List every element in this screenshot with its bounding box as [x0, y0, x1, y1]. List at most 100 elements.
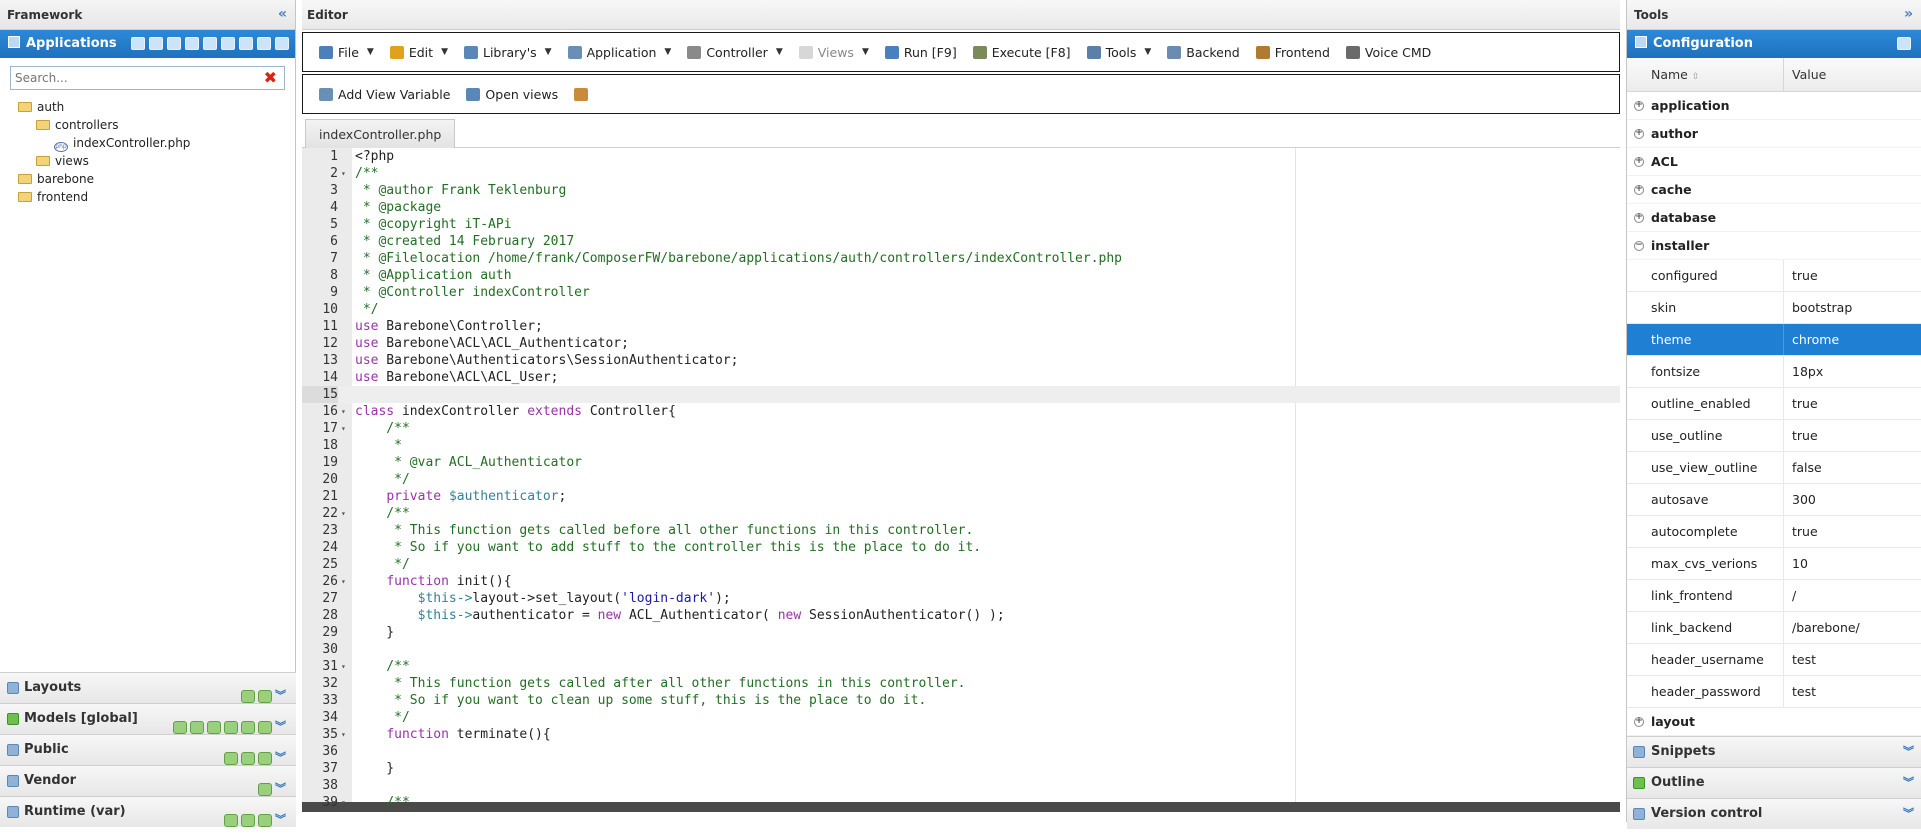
- clear-search-icon[interactable]: ✖: [264, 68, 277, 87]
- collapse-right-icon[interactable]: »: [1904, 6, 1913, 22]
- expand-icon[interactable]: +: [1634, 213, 1644, 223]
- expand-icon[interactable]: +: [1634, 129, 1644, 139]
- config-row[interactable]: header_username test: [1627, 644, 1921, 676]
- chevron-down-icon[interactable]: ︾: [1903, 768, 1914, 798]
- applications-header[interactable]: Applications: [0, 30, 295, 58]
- cloud-icon[interactable]: [149, 37, 163, 50]
- expand-icon[interactable]: +: [1634, 157, 1644, 167]
- fold-icon[interactable]: ▾: [341, 505, 346, 522]
- column-value[interactable]: Value: [1784, 58, 1826, 91]
- config-row[interactable]: autocomplete true: [1627, 516, 1921, 548]
- config-group[interactable]: + ACL: [1627, 148, 1921, 176]
- fold-icon[interactable]: ▾: [341, 573, 346, 590]
- menu-application[interactable]: Application ▼: [562, 37, 682, 67]
- config-row[interactable]: link_backend/barebone/: [1627, 612, 1921, 644]
- menu-controller[interactable]: Controller ▼: [681, 37, 792, 67]
- add-icon[interactable]: [224, 813, 238, 827]
- config-value[interactable]: 300: [1784, 484, 1816, 515]
- menu-voice-cmd[interactable]: Voice CMD: [1340, 37, 1441, 67]
- configuration-header[interactable]: Configuration: [1627, 30, 1921, 58]
- chevron-down-icon[interactable]: ︾: [1903, 737, 1914, 767]
- fold-icon[interactable]: ▾: [341, 420, 346, 437]
- code-editor[interactable]: 1 <?php 2 ▾/** 3 * @author Frank Teklenburg 4…: [302, 148, 1620, 812]
- config-value[interactable]: chrome: [1784, 324, 1839, 355]
- accordion-public[interactable]: Public ︾: [0, 734, 296, 765]
- refresh-icon[interactable]: [258, 782, 272, 796]
- config-value[interactable]: true: [1784, 420, 1818, 451]
- expand-icon[interactable]: +: [1634, 717, 1644, 727]
- config-value[interactable]: /barebone/: [1784, 612, 1860, 643]
- config-row[interactable]: use_outline true: [1627, 420, 1921, 452]
- config-group[interactable]: + layout: [1627, 708, 1921, 736]
- config-row[interactable]: max_cvs_verions 10: [1627, 548, 1921, 580]
- config-value[interactable]: true: [1784, 388, 1818, 419]
- toolbar-open-views[interactable]: Open views: [460, 79, 568, 109]
- expand-icon[interactable]: +: [1634, 101, 1644, 111]
- fold-icon[interactable]: ▾: [341, 658, 346, 675]
- folder-add-icon[interactable]: [190, 720, 204, 734]
- config-row[interactable]: outline_enabled true: [1627, 388, 1921, 420]
- accordion-version-control[interactable]: Version control ︾: [1627, 798, 1921, 829]
- chevron-down-icon[interactable]: ︾: [275, 805, 286, 835]
- refresh-icon[interactable]: [258, 813, 272, 827]
- search-input[interactable]: [11, 67, 251, 89]
- config-group[interactable]: − installer: [1627, 232, 1921, 260]
- menu-execute-f8[interactable]: Execute [F8]: [967, 37, 1081, 67]
- folder-icon[interactable]: [221, 37, 235, 50]
- config-value[interactable]: 10: [1784, 548, 1808, 579]
- edit-icon[interactable]: [257, 37, 271, 50]
- config-row[interactable]: autosave 300: [1627, 484, 1921, 516]
- refresh-icon[interactable]: [258, 689, 272, 703]
- fold-icon[interactable]: ▾: [341, 403, 346, 420]
- config-row[interactable]: use_view_outline false: [1627, 452, 1921, 484]
- database-icon[interactable]: [224, 720, 238, 734]
- refresh-icon[interactable]: [275, 37, 289, 50]
- config-row[interactable]: header_password test: [1627, 676, 1921, 708]
- add-icon[interactable]: [241, 689, 255, 703]
- fold-icon[interactable]: ▾: [341, 726, 346, 743]
- fold-icon[interactable]: ▾: [341, 794, 346, 811]
- accordion-outline[interactable]: Outline ︾: [1627, 767, 1921, 798]
- config-value[interactable]: true: [1784, 260, 1818, 291]
- config-value[interactable]: 18px: [1784, 356, 1823, 387]
- toolbar-add-view-variable[interactable]: Add View Variable: [313, 79, 460, 109]
- config-value[interactable]: /: [1784, 580, 1796, 611]
- collapse-icon[interactable]: −: [1634, 241, 1644, 251]
- config-group[interactable]: + database: [1627, 204, 1921, 232]
- column-name[interactable]: Name ⇳: [1627, 58, 1784, 91]
- config-row[interactable]: theme chrome: [1627, 324, 1921, 356]
- expand-icon[interactable]: +: [1634, 185, 1644, 195]
- config-value[interactable]: test: [1784, 644, 1816, 675]
- list-icon[interactable]: [239, 37, 253, 50]
- add-icon[interactable]: [224, 751, 238, 765]
- refresh-icon[interactable]: [258, 751, 272, 765]
- config-group[interactable]: + application: [1627, 92, 1921, 120]
- config-row[interactable]: link_frontend /: [1627, 580, 1921, 612]
- new-application-icon[interactable]: [131, 37, 145, 50]
- toolbar-wrench-button[interactable]: [568, 79, 603, 109]
- tree-icon[interactable]: [207, 720, 221, 734]
- config-value[interactable]: true: [1784, 516, 1818, 547]
- accordion-models[interactable]: Models [global] ︾: [0, 703, 296, 734]
- menu-file[interactable]: File ▼: [313, 37, 384, 67]
- tree-node[interactable]: php indexController.php: [18, 134, 295, 152]
- tab-indexcontroller[interactable]: indexController.php: [305, 119, 456, 148]
- document-icon[interactable]: [1897, 37, 1911, 50]
- menu-frontend[interactable]: Frontend: [1250, 37, 1340, 67]
- config-row[interactable]: configured true: [1627, 260, 1921, 292]
- config-group[interactable]: + author: [1627, 120, 1921, 148]
- config-value[interactable]: false: [1784, 452, 1822, 483]
- chevron-down-icon[interactable]: ︾: [1903, 799, 1914, 829]
- tree-node[interactable]: frontend: [18, 188, 295, 206]
- refresh-icon[interactable]: [258, 720, 272, 734]
- collapse-left-icon[interactable]: «: [278, 6, 287, 22]
- accordion-layouts[interactable]: Layouts ︾: [0, 672, 296, 703]
- config-row[interactable]: skin bootstrap: [1627, 292, 1921, 324]
- config-value[interactable]: test: [1784, 676, 1816, 707]
- tree-node[interactable]: auth: [18, 98, 295, 116]
- config-row[interactable]: fontsize 18px: [1627, 356, 1921, 388]
- accordion-runtime[interactable]: Runtime (var) ︾: [0, 796, 296, 827]
- menu-backend[interactable]: Backend: [1161, 37, 1249, 67]
- accordion-vendor[interactable]: Vendor ︾: [0, 765, 296, 796]
- tree-node[interactable]: barebone: [18, 170, 295, 188]
